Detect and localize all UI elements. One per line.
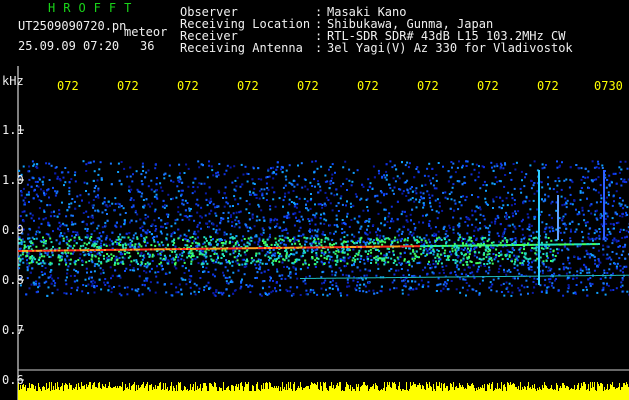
y-tick-label: 1.1 xyxy=(2,123,24,137)
meteor-echo xyxy=(557,195,559,240)
time-tick-label: 072 xyxy=(237,79,259,93)
time-tick-label: 072 xyxy=(357,79,379,93)
file-name: UT2509090720.pn xyxy=(18,19,127,33)
time-tick-label: 072 xyxy=(477,79,499,93)
y-tick-label: 0.8 xyxy=(2,273,24,287)
hrofft-window: HROFFT UT2509090720.pn meteor 25.09.09 0… xyxy=(0,0,629,400)
meteor-echo xyxy=(603,170,605,240)
timestamp: 25.09.09 07:20 xyxy=(18,39,120,53)
y-tick-label: 0.9 xyxy=(2,223,24,237)
y-tick-label: 0.6 xyxy=(2,373,24,387)
axis-unit-label: kHz xyxy=(2,74,24,88)
meteor-count: 36 xyxy=(140,39,155,53)
mode-tag: meteor xyxy=(124,25,168,39)
spectrogram-canvas xyxy=(17,66,629,400)
time-tick-label: 072 xyxy=(537,79,559,93)
antenna-value: 3el Yagi(V) Az 330 for Vladivostok xyxy=(327,41,573,55)
time-tick-label: 072 xyxy=(297,79,319,93)
y-tick-label: 1.0 xyxy=(2,173,24,187)
time-tick-label: 0730 xyxy=(594,79,623,93)
time-tick-label: 072 xyxy=(57,79,79,93)
meteor-echo xyxy=(538,170,540,285)
y-tick-label: 0.7 xyxy=(2,323,24,337)
signal-level-bars xyxy=(18,382,629,400)
carrier-signal xyxy=(18,243,629,279)
time-tick-label: 072 xyxy=(177,79,199,93)
brand-title: HROFFT xyxy=(48,1,140,15)
antenna-sep: : xyxy=(315,41,323,55)
time-tick-label: 072 xyxy=(417,79,439,93)
time-tick-label: 072 xyxy=(117,79,139,93)
antenna-label: Receiving Antenna xyxy=(180,41,303,55)
